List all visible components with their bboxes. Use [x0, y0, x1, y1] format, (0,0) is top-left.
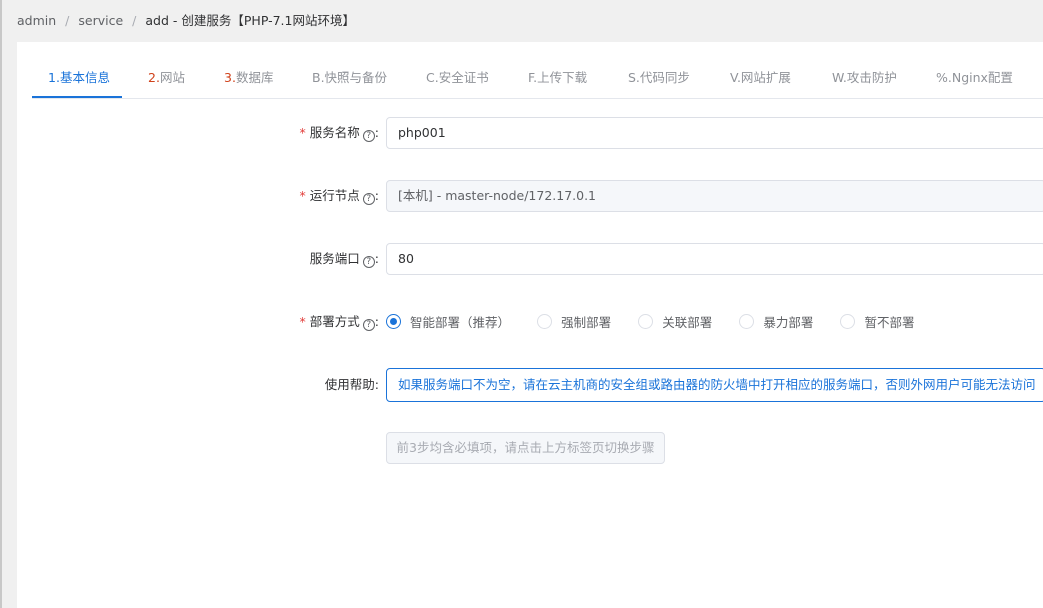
help-text-box: 如果服务端口不为空，请在云主机商的安全组或路由器的防火墙中打开相应的服务端口，否…: [386, 368, 1043, 402]
tab-website[interactable]: 2.网站: [148, 58, 185, 98]
run-node-input: [本机] - master-node/172.17.0.1: [386, 180, 1043, 212]
radio-smart-deploy[interactable]: 智能部署（推荐）: [386, 312, 510, 331]
submit-button[interactable]: 前3步均含必填项，请点击上方标签页切换步骤: [386, 432, 665, 464]
radio-force-deploy[interactable]: 强制部署: [537, 312, 611, 331]
tab-ssl-certificate[interactable]: C.安全证书: [426, 58, 489, 98]
breadcrumb: admin / service / add - 创建服务【PHP-7.1网站环境】: [17, 11, 355, 31]
main-card: 1.基本信息 2.网站 3.数据库 B.快照与备份 C.安全证书 F.上传下载 …: [17, 42, 1043, 608]
breadcrumb-admin[interactable]: admin: [17, 13, 56, 28]
radio-circle-icon[interactable]: [386, 314, 401, 329]
radio-circle-icon[interactable]: [739, 314, 755, 329]
tab-divider: [32, 98, 1043, 99]
tab-code-sync[interactable]: S.代码同步: [628, 58, 690, 98]
tab-database[interactable]: 3.数据库: [224, 58, 273, 98]
deploy-mode-radio-group: 智能部署（推荐） 强制部署 关联部署 暴力部署 暂不部署: [386, 312, 914, 332]
tab-nginx-config[interactable]: %.Nginx配置: [936, 58, 1013, 98]
service-port-input[interactable]: 80: [386, 243, 1043, 275]
radio-circle-icon[interactable]: [840, 314, 856, 329]
question-circle-icon[interactable]: ?: [362, 256, 375, 268]
active-tab-indicator: [32, 96, 122, 98]
tab-attack-protection[interactable]: W.攻击防护: [832, 58, 897, 98]
breadcrumb-separator: /: [65, 13, 70, 28]
service-name-label: * 服务名称?:: [299, 125, 379, 142]
radio-brute-deploy[interactable]: 暴力部署: [739, 312, 813, 331]
run-node-label: * 运行节点?:: [299, 188, 379, 205]
tab-bar: 1.基本信息 2.网站 3.数据库 B.快照与备份 C.安全证书 F.上传下载 …: [32, 58, 1043, 98]
deploy-mode-label: * 部署方式?:: [299, 314, 379, 331]
radio-linked-deploy[interactable]: 关联部署: [638, 312, 712, 331]
question-circle-icon[interactable]: ?: [362, 193, 375, 205]
radio-circle-icon[interactable]: [537, 314, 553, 329]
question-circle-icon[interactable]: ?: [362, 319, 375, 331]
tab-snapshot-backup[interactable]: B.快照与备份: [312, 58, 387, 98]
breadcrumb-separator: /: [132, 13, 137, 28]
tab-basic-info[interactable]: 1.基本信息: [48, 58, 110, 98]
question-circle-icon[interactable]: ?: [362, 130, 375, 142]
breadcrumb-current: add - 创建服务【PHP-7.1网站环境】: [145, 13, 355, 28]
service-port-label: 服务端口?:: [309, 251, 379, 268]
help-label: 使用帮助:: [324, 377, 379, 392]
radio-no-deploy[interactable]: 暂不部署: [840, 312, 914, 331]
service-name-input[interactable]: php001: [386, 117, 1043, 149]
breadcrumb-service[interactable]: service: [78, 13, 123, 28]
tab-website-extension[interactable]: V.网站扩展: [730, 58, 791, 98]
tab-upload-download[interactable]: F.上传下载: [528, 58, 587, 98]
window-left-edge: [0, 0, 2, 608]
radio-circle-icon[interactable]: [638, 314, 654, 329]
